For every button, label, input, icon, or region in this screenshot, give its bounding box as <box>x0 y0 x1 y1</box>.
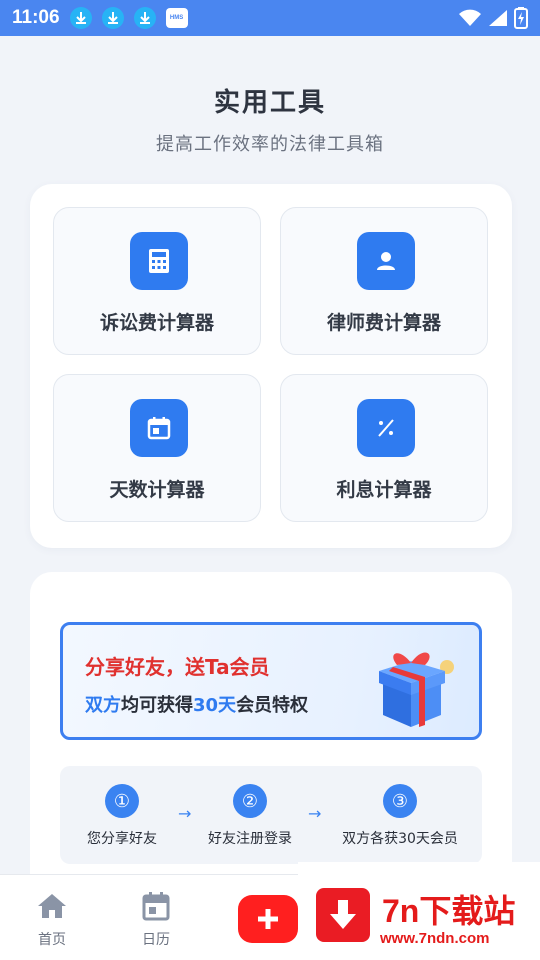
status-bar: 11:06 HMS <box>0 0 540 36</box>
tool-label: 利息计算器 <box>336 479 432 501</box>
tools-card: 诉讼费计算器 律师费计算器 天数计算器 利息计算器 <box>30 184 512 548</box>
calendar-icon <box>130 399 188 457</box>
nav-label: 日历 <box>142 932 170 948</box>
step-label: 双方各获30天会员 <box>342 831 458 847</box>
step-label: 您分享好友 <box>87 831 157 847</box>
wifi-icon <box>459 9 481 26</box>
battery-icon <box>514 7 528 29</box>
invite-banner[interactable]: 分享好友，送Ta会员 双方均可获得30天会员特权 <box>60 622 482 740</box>
percent-icon <box>357 399 415 457</box>
nav-label: 首页 <box>38 932 66 948</box>
add-button[interactable] <box>238 895 298 943</box>
download-notification-icon <box>69 7 92 29</box>
calculator-icon <box>130 232 188 290</box>
watermark-url: www.7ndn.com <box>380 930 490 947</box>
download-notification-icon <box>101 7 124 29</box>
tool-days-calculator[interactable]: 天数计算器 <box>53 374 261 522</box>
nav-calendar[interactable]: 日历 <box>126 889 186 949</box>
download-logo-icon <box>316 888 370 942</box>
person-icon <box>357 232 415 290</box>
step-3: ③ 双方各获30天会员 <box>338 784 462 848</box>
banner-title: 分享好友，送Ta会员 <box>85 655 270 679</box>
arrow-right-icon: → <box>178 804 192 823</box>
desc-text: 会员特权 <box>236 695 309 716</box>
home-icon <box>35 889 69 923</box>
signal-icon <box>489 10 507 26</box>
step-2: ② 好友注册登录 <box>202 784 298 848</box>
tool-label: 律师费计算器 <box>326 312 441 334</box>
site-watermark: 7n下载站 www.7ndn.com <box>298 862 540 960</box>
page-title: 实用工具 <box>213 88 326 118</box>
tool-label: 诉讼费计算器 <box>99 312 214 334</box>
watermark-title: 7n下载站 <box>382 893 516 929</box>
nav-home[interactable]: 首页 <box>22 889 82 949</box>
plus-icon <box>258 909 278 929</box>
steps-panel: ① 您分享好友 → ② 好友注册登录 → ③ 双方各获30天会员 <box>60 766 482 864</box>
desc-highlight: 双方 <box>85 695 121 716</box>
tool-interest-calculator[interactable]: 利息计算器 <box>280 374 488 522</box>
arrow-right-icon: → <box>308 804 322 823</box>
share-card: 分享好友，送Ta会员 双方均可获得30天会员特权 ① 您分享好友 → ② 好友注… <box>30 572 512 902</box>
tool-label: 天数计算器 <box>109 479 205 501</box>
download-notification-icon <box>133 7 156 29</box>
desc-text: 均可获得 <box>121 695 193 716</box>
step-1: ① 您分享好友 <box>82 784 162 848</box>
step-label: 好友注册登录 <box>208 831 292 847</box>
tool-lawyer-fee-calculator[interactable]: 律师费计算器 <box>280 207 488 355</box>
gift-box-icon <box>379 652 454 727</box>
step-number: ③ <box>383 784 417 818</box>
tool-litigation-fee-calculator[interactable]: 诉讼费计算器 <box>53 207 261 355</box>
hms-icon: HMS <box>165 8 188 28</box>
page-subtitle: 提高工作效率的法律工具箱 <box>156 134 384 155</box>
step-number: ① <box>105 784 139 818</box>
calendar-icon <box>139 889 173 923</box>
desc-highlight: 30天 <box>193 695 237 716</box>
status-indicators <box>458 7 528 29</box>
banner-description: 双方均可获得30天会员特权 <box>85 691 308 717</box>
step-number: ② <box>233 784 267 818</box>
status-time: 11:06 <box>12 7 60 28</box>
